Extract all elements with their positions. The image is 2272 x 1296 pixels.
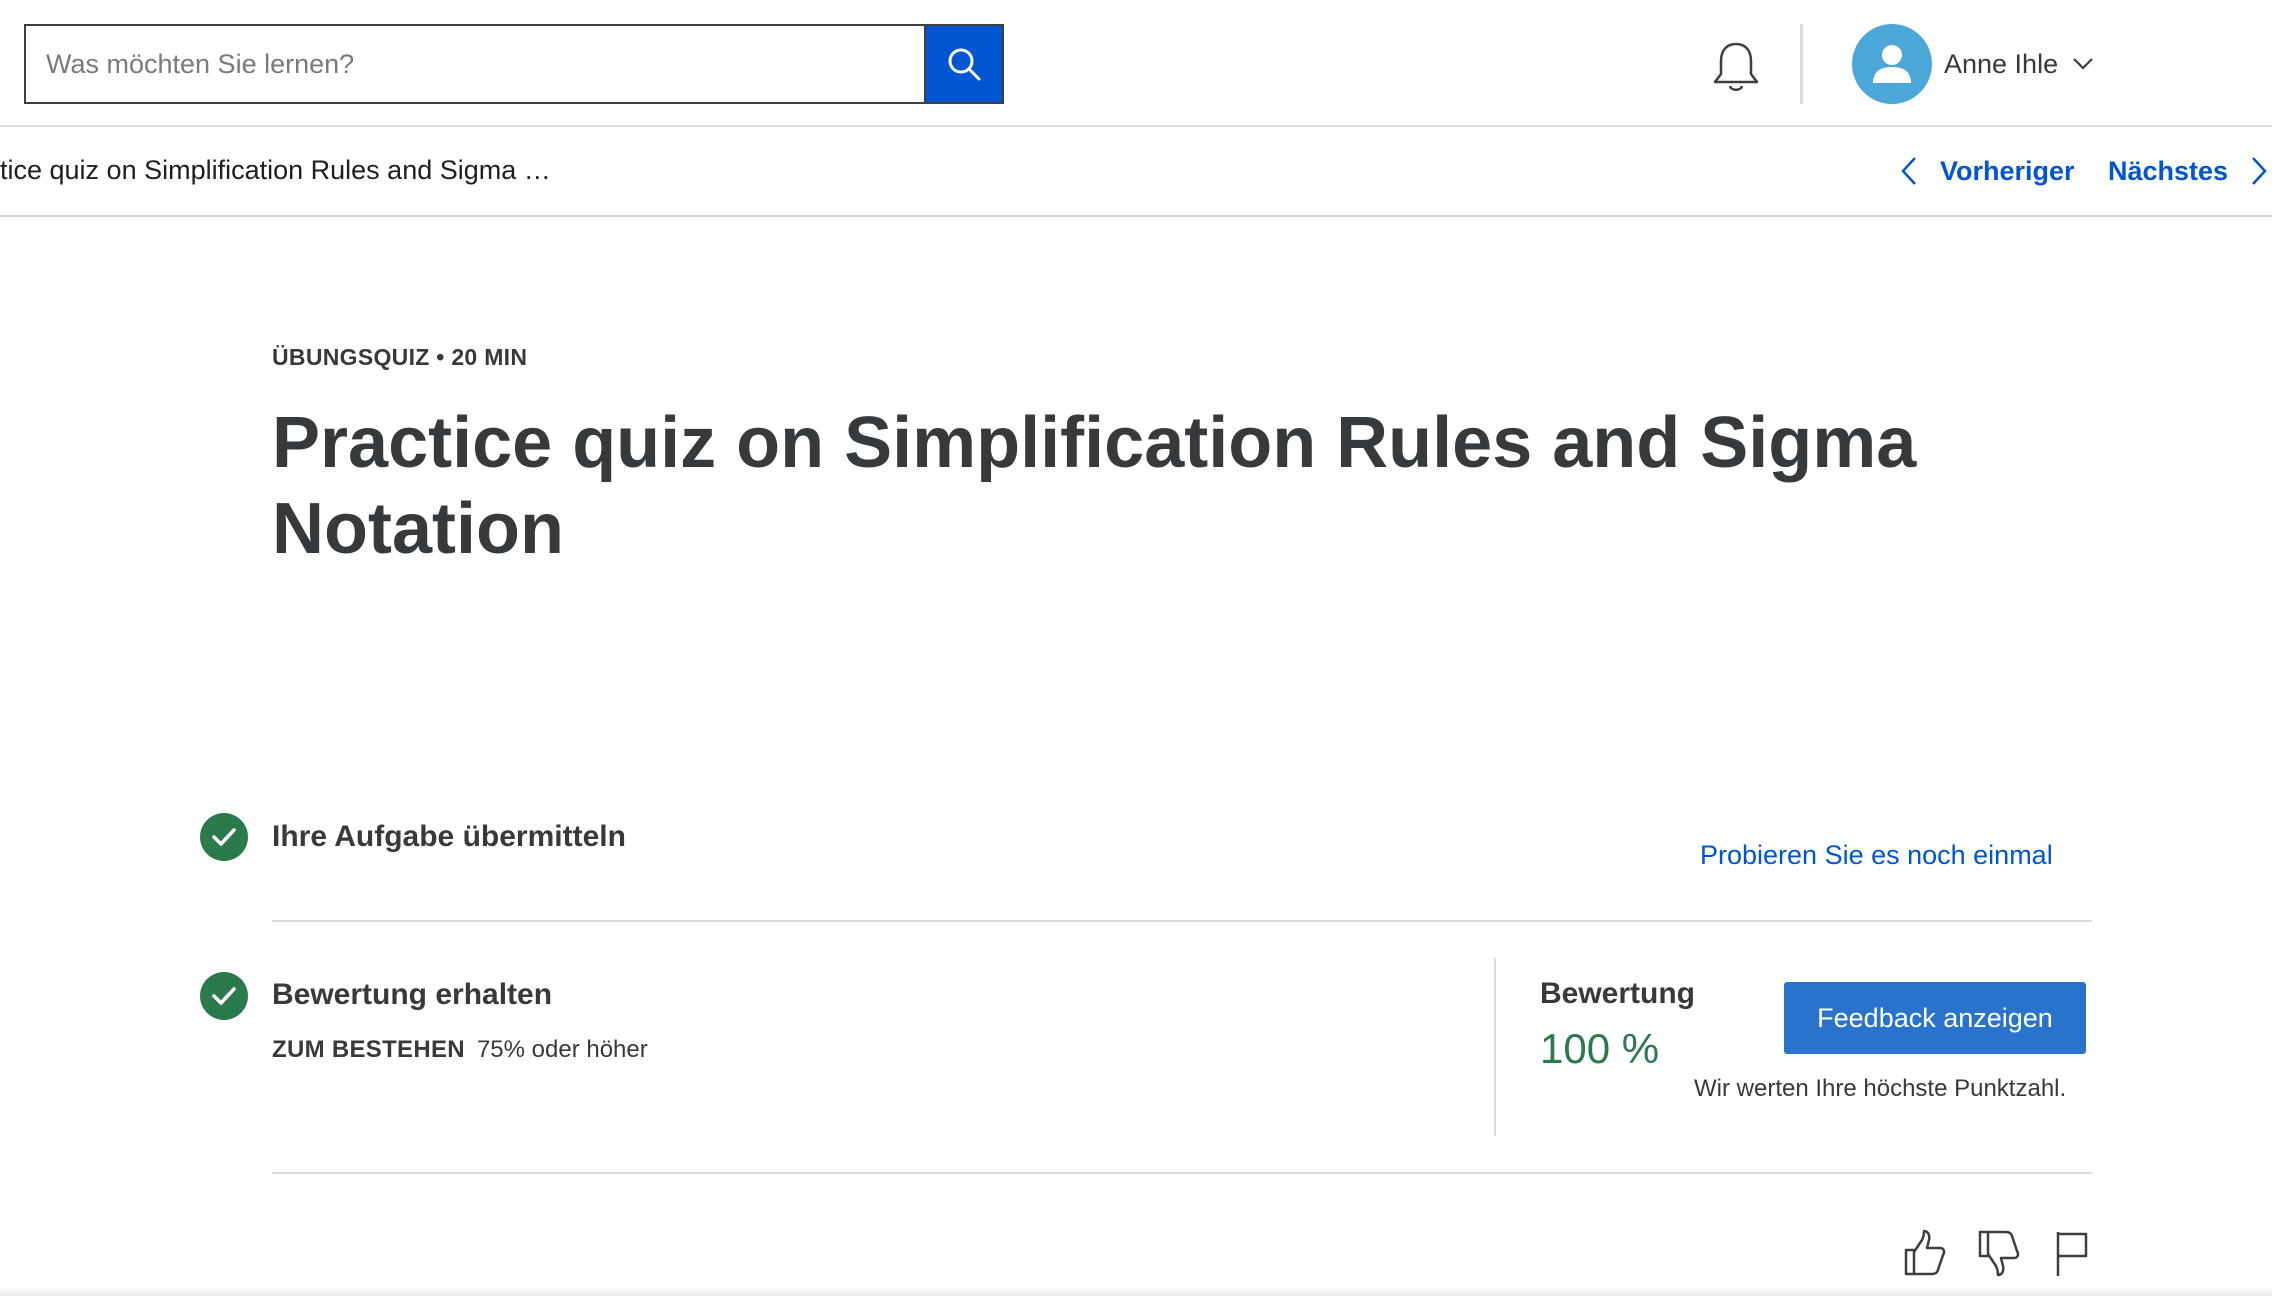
item-type-label: ÜBUNGSQUIZ • 20 MIN: [272, 344, 528, 370]
user-icon: [1873, 45, 1911, 83]
search-button[interactable]: [924, 24, 1004, 104]
view-feedback-button[interactable]: Feedback anzeigen: [1784, 982, 2086, 1054]
chevron-left-icon: [1901, 157, 1916, 185]
divider: [272, 920, 2092, 922]
page-title: Practice quiz on Simplification Rules an…: [272, 403, 1917, 569]
thumbs-down-icon[interactable]: [1974, 1228, 2022, 1278]
thumbs-up-icon[interactable]: [1900, 1228, 1948, 1278]
grade-divider: [1494, 958, 1496, 1136]
previous-button[interactable]: Vorheriger: [1900, 149, 2075, 193]
grade-heading: Bewertung erhalten: [272, 978, 553, 1011]
check-icon: [212, 828, 236, 846]
pass-requirement: ZUM BESTEHEN 75% oder höher: [272, 1036, 648, 1064]
search-input[interactable]: [24, 24, 924, 104]
check-icon: [212, 987, 236, 1005]
next-label: Nächstes: [2108, 155, 2229, 186]
pass-value: 75% oder höher: [476, 1036, 648, 1063]
next-button[interactable]: Nächstes: [2108, 149, 2268, 193]
previous-label: Vorheriger: [1940, 155, 2075, 186]
pass-label: ZUM BESTEHEN: [272, 1036, 465, 1063]
user-name: Anne Ihle: [1944, 48, 2059, 79]
grade-note: Wir werten Ihre höchste Punktzahl.: [1694, 1075, 2067, 1102]
submit-status: [200, 813, 248, 861]
bottom-edge: [0, 1286, 2272, 1296]
flag-icon[interactable]: [2048, 1228, 2096, 1278]
grade-value: 100 %: [1540, 1025, 1660, 1072]
submit-heading: Ihre Aufgabe übermitteln: [272, 820, 626, 853]
search-icon: [948, 48, 981, 81]
breadcrumb: tice quiz on Simplification Rules and Si…: [0, 155, 551, 185]
user-menu[interactable]: Anne Ihle: [1852, 24, 2094, 104]
header-divider: [1800, 24, 1803, 104]
chevron-down-icon: [2073, 58, 2093, 70]
item-navigation-bar: tice quiz on Simplification Rules and Si…: [0, 127, 2272, 217]
retry-link[interactable]: Probieren Sie es noch einmal: [1700, 840, 2053, 871]
divider: [272, 1172, 2092, 1174]
feedback-actions: [1900, 1228, 2122, 1278]
chevron-right-icon: [2252, 157, 2267, 185]
avatar: [1852, 24, 1932, 104]
top-header: Anne Ihle: [0, 0, 2272, 127]
grade-status: [200, 972, 248, 1020]
grade-label: Bewertung: [1540, 977, 1696, 1010]
search-bar: [24, 24, 1004, 104]
bell-icon[interactable]: [1710, 40, 1762, 96]
page: Anne Ihle tice quiz on Simplification Ru…: [0, 0, 2272, 1296]
